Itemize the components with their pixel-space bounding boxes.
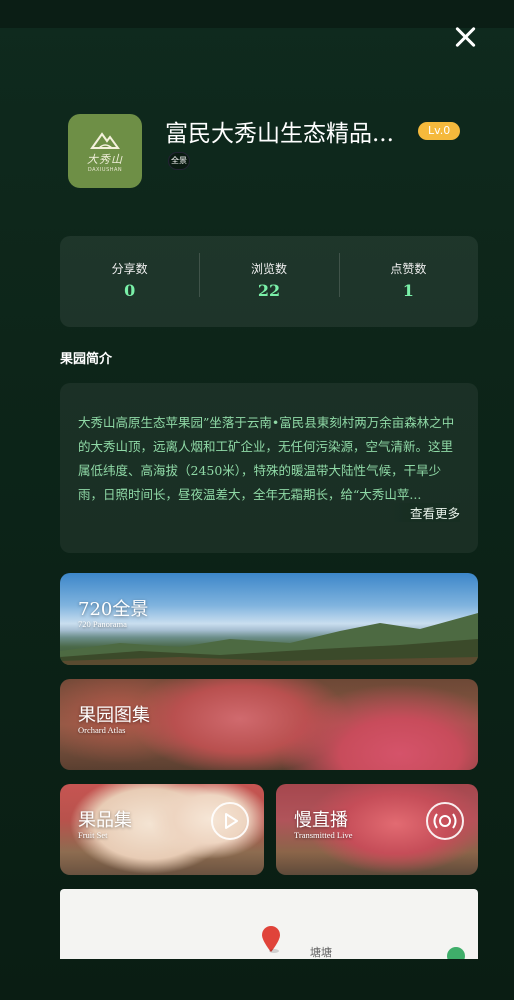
card-title: 果品集 (78, 810, 132, 831)
panorama-badge[interactable]: 全景 (168, 152, 190, 170)
card-title: 720全景 (78, 599, 149, 620)
card-live[interactable]: 慢直播 Transmitted Live (276, 784, 478, 875)
mountain-icon (90, 131, 120, 149)
status-bar (0, 0, 514, 28)
card-fruit-set[interactable]: 果品集 Fruit Set (60, 784, 264, 875)
intro-text: 大秀山高原生态苹果园”坐落于云南•富民县東刻村两万余亩森林之中的大秀山顶，远离人… (78, 415, 455, 502)
card-subtitle: Transmitted Live (294, 830, 353, 840)
level-badge: Lv.0 (418, 122, 461, 140)
map-location-icon[interactable] (447, 947, 465, 959)
card-720-panorama[interactable]: 720全景 720 Panorama (60, 573, 478, 665)
stat-likes: 点赞数 1 (338, 253, 478, 302)
map-place-label: 塘塘 (310, 946, 332, 959)
section-title-intro: 果园简介 (60, 352, 113, 367)
stat-label: 点赞数 (390, 262, 427, 276)
card-subtitle: 720 Panorama (78, 619, 127, 629)
stat-label: 分享数 (111, 262, 148, 276)
orchard-title: 富民大秀山生态精品... (165, 121, 394, 147)
card-title: 慢直播 (294, 810, 348, 831)
logo-en-text: DAXIUSHAN (87, 166, 123, 173)
card-title: 果园图集 (78, 705, 150, 726)
stat-shares: 分享数 0 (60, 261, 199, 302)
map-pin-icon (262, 926, 280, 953)
card-subtitle: Orchard Atlas (78, 725, 126, 735)
orchard-logo: 大秀山 DAXIUSHAN (68, 114, 142, 188)
stat-views: 浏览数 22 (199, 253, 338, 302)
stat-value: 1 (402, 281, 414, 300)
stat-label: 浏览数 (250, 262, 287, 276)
stat-value: 22 (257, 281, 281, 300)
card-subtitle: Fruit Set (78, 830, 108, 840)
card-orchard-atlas[interactable]: 果园图集 Orchard Atlas (60, 679, 478, 770)
close-icon[interactable] (452, 24, 480, 52)
logo-cn-text: 大秀山 (87, 152, 123, 166)
location-map[interactable]: 塘塘 (60, 889, 478, 959)
stats-panel: 分享数 0 浏览数 22 点赞数 1 (60, 236, 478, 327)
stat-value: 0 (124, 281, 136, 300)
see-more-link[interactable]: 查看更多 (389, 503, 460, 522)
intro-panel: 大秀山高原生态苹果园”坐落于云南•富民县東刻村两万余亩森林之中的大秀山顶，远离人… (60, 383, 478, 553)
live-icon[interactable] (426, 802, 464, 840)
play-icon[interactable] (211, 802, 249, 840)
